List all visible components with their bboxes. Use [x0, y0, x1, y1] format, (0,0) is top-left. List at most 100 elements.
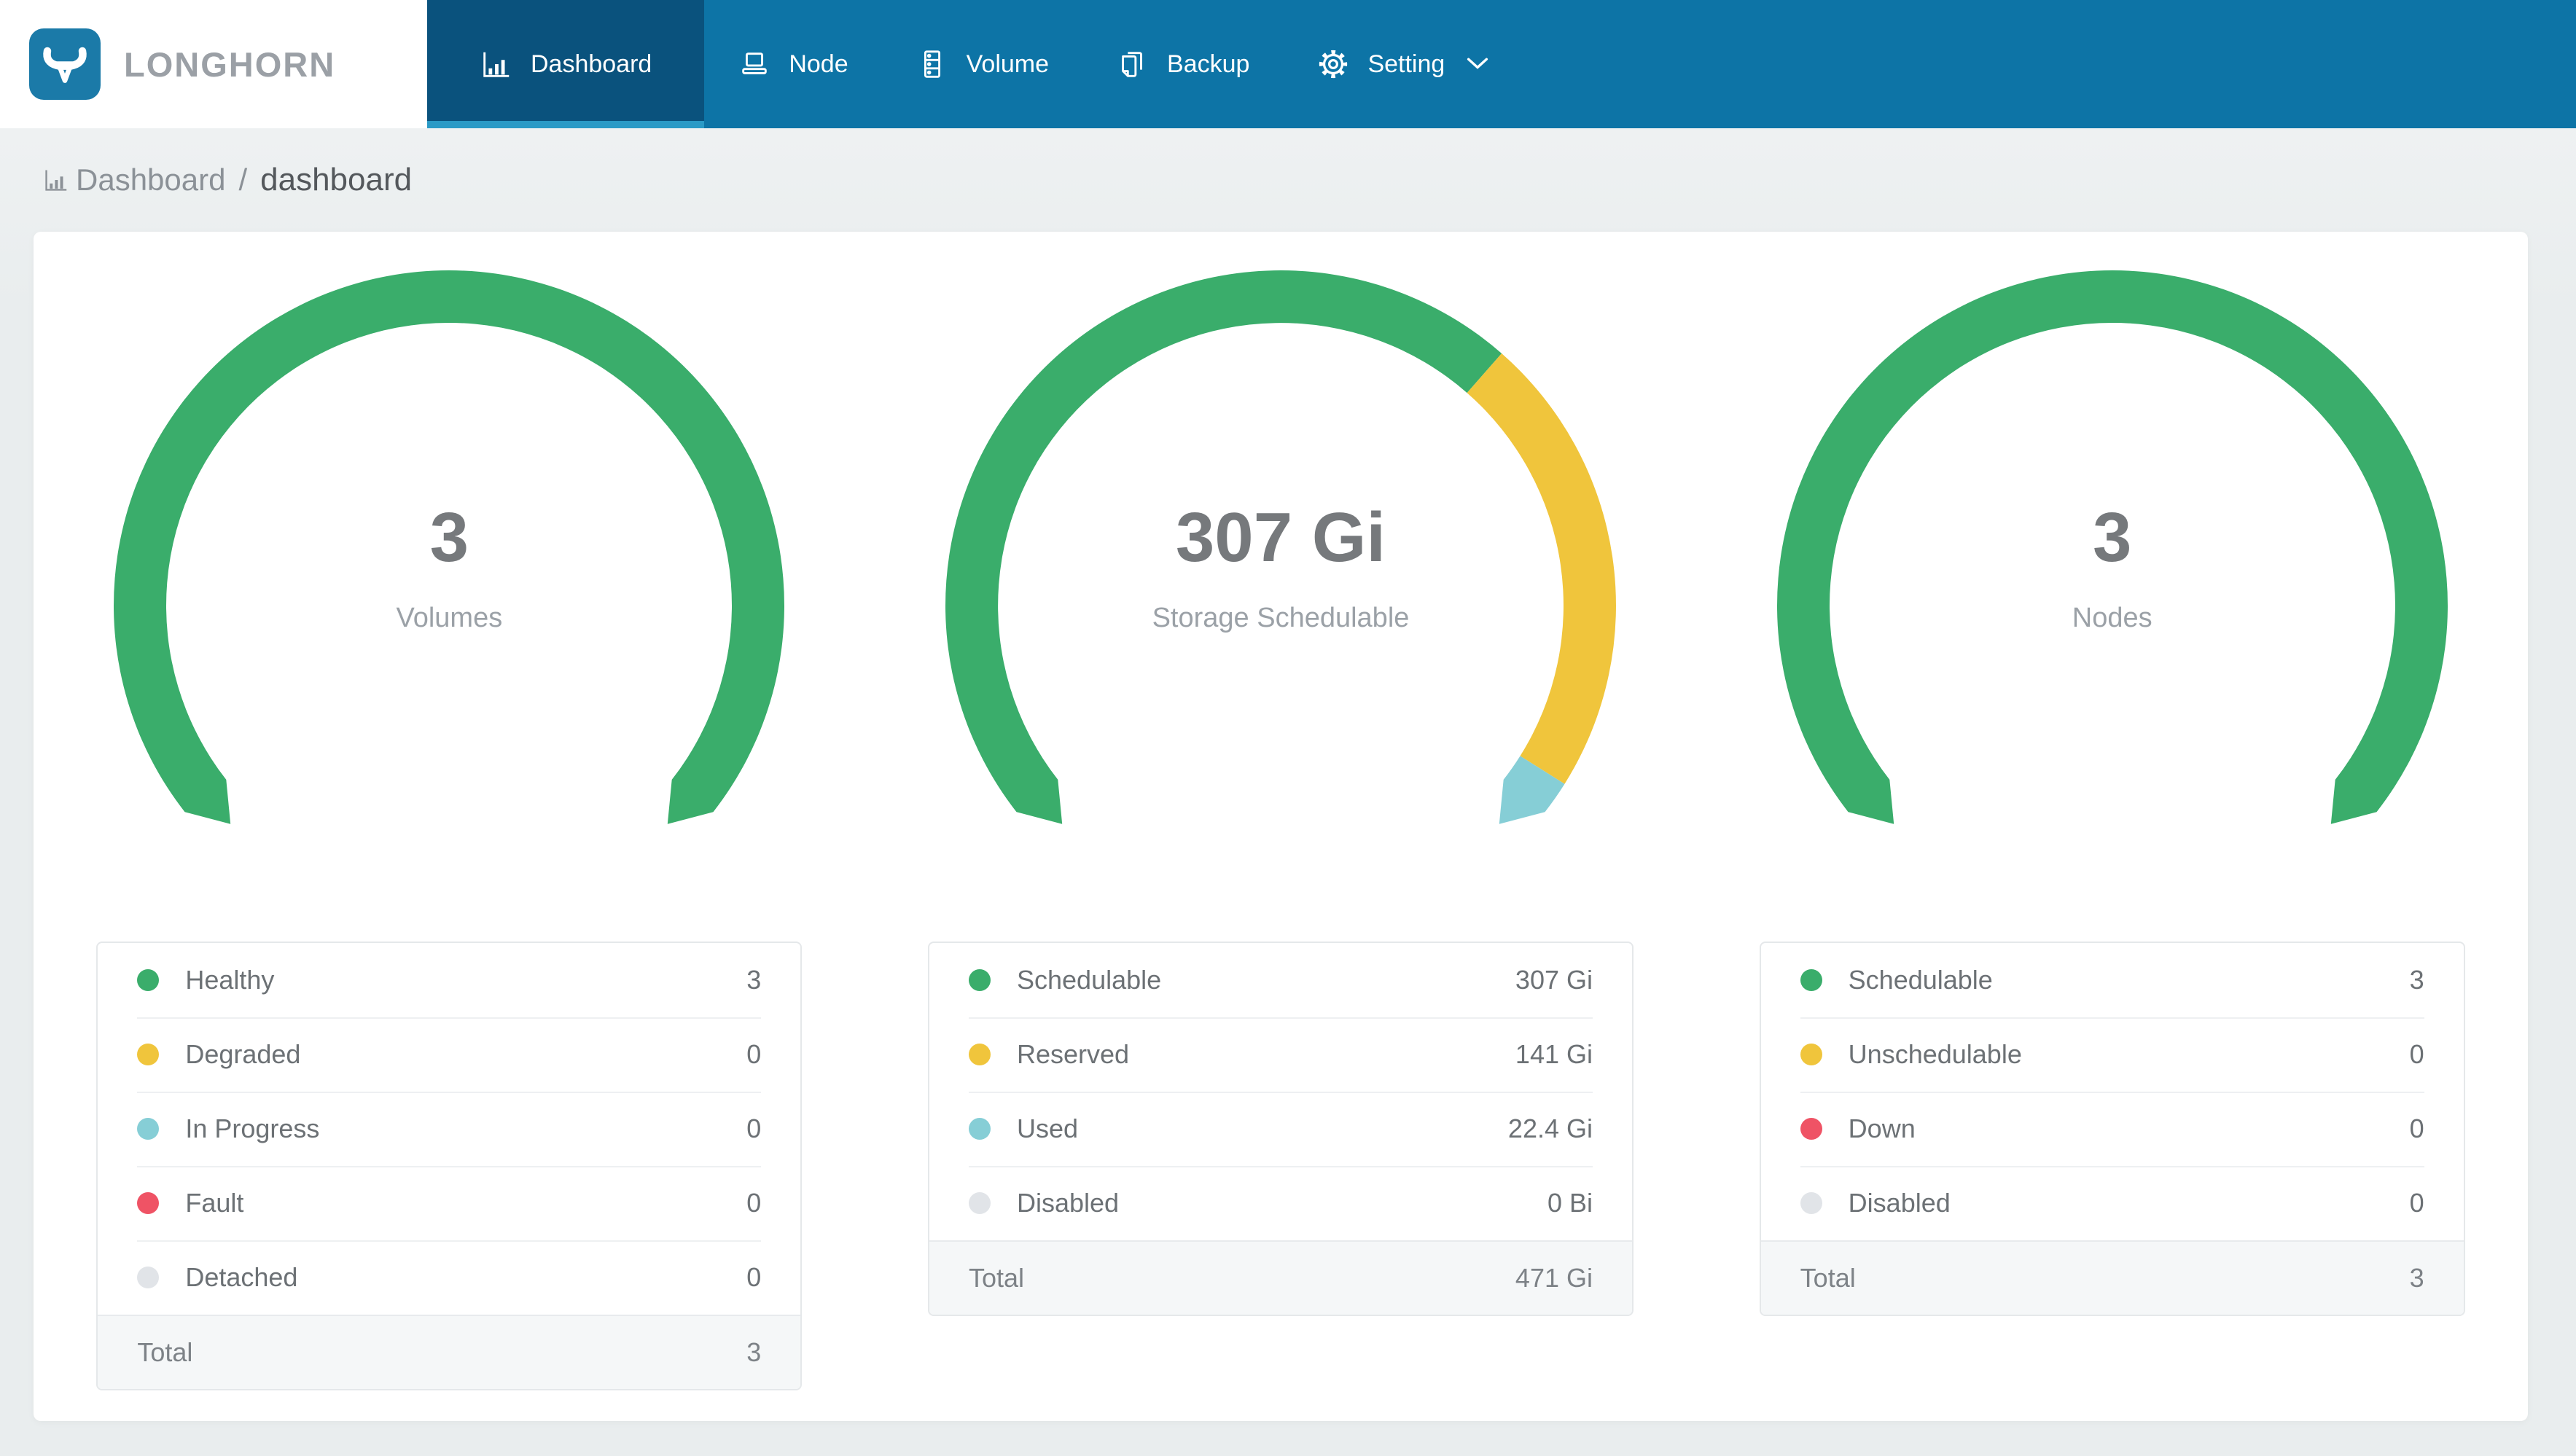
legend-dot	[969, 1118, 991, 1140]
legend-row: Degraded 0	[98, 1017, 800, 1092]
breadcrumb: Dashboard / dashboard	[0, 128, 2576, 232]
copy-document-icon	[1122, 52, 1142, 77]
legend-label: Disabled	[1017, 1188, 1120, 1218]
top-nav: LONGHORN Dashboard Node Volume Backup Se…	[0, 0, 2576, 128]
legend-label: Healthy	[185, 965, 275, 995]
legend-value: 0	[746, 1262, 762, 1292]
legend-dot	[137, 1267, 160, 1288]
nav-label: Backup	[1167, 50, 1250, 78]
legend-row: Unschedulable 0	[1761, 1017, 2464, 1092]
nav-label: Dashboard	[531, 50, 652, 78]
legend-total-value: 471 Gi	[1515, 1263, 1593, 1293]
legend-value: 0	[2409, 1188, 2424, 1218]
legend-value: 0	[746, 1039, 762, 1069]
legend-value: 0	[746, 1113, 762, 1143]
nav-label: Volume	[966, 50, 1050, 78]
legend-dot	[1800, 1192, 1822, 1214]
legend-label: Detached	[185, 1262, 298, 1292]
legend-value: 3	[2409, 965, 2424, 995]
legend-row: Disabled 0 Bi	[929, 1166, 1632, 1240]
legend-row: Fault 0	[98, 1166, 800, 1240]
legend-value: 141 Gi	[1515, 1039, 1593, 1069]
legend-label: Used	[1017, 1113, 1079, 1143]
nav-item-volume[interactable]: Volume	[882, 0, 1082, 128]
breadcrumb-section[interactable]: Dashboard	[76, 163, 225, 197]
storage-legend-table: Schedulable 307 Gi Reserved 141 Gi Used …	[928, 942, 1634, 1316]
legend-dot	[969, 969, 991, 991]
donut-gauge-svg	[1776, 270, 2448, 824]
server-icon	[924, 50, 940, 78]
legend-total-value: 3	[746, 1337, 762, 1367]
nav-label: Node	[789, 50, 848, 78]
legend-dot	[137, 1192, 160, 1214]
storage-gauge: 307 Gi Storage Schedulable	[938, 267, 1623, 908]
nodes-legend-table: Schedulable 3 Unschedulable 0 Down 0 Dis…	[1759, 942, 2465, 1316]
dashboard-card: 3 Volumes Healthy 3 Degraded 0 In Progre…	[34, 232, 2528, 1421]
chevron-down-icon	[1467, 58, 1488, 69]
legend-label: Down	[1848, 1113, 1916, 1143]
legend-row: Schedulable 3	[1761, 943, 2464, 1017]
legend-value: 0	[746, 1188, 762, 1218]
legend-total-row: Total 3	[98, 1315, 801, 1389]
legend-dot	[137, 969, 160, 991]
legend-value: 22.4 Gi	[1507, 1113, 1593, 1143]
legend-row: Healthy 3	[98, 943, 800, 1017]
bar-chart-icon	[483, 52, 510, 77]
legend-row: Used 22.4 Gi	[929, 1092, 1632, 1166]
legend-value: 0 Bi	[1547, 1188, 1593, 1218]
legend-label: Unschedulable	[1848, 1039, 2022, 1069]
legend-total-label: Total	[1800, 1263, 1856, 1293]
legend-label: Schedulable	[1017, 965, 1162, 995]
breadcrumb-current-page: dashboard	[260, 162, 413, 197]
legend-value: 307 Gi	[1515, 965, 1593, 995]
legend-total-label: Total	[969, 1263, 1025, 1293]
gear-icon	[1319, 50, 1348, 79]
storage-panel: 307 Gi Storage Schedulable Schedulable 3…	[865, 267, 1697, 1390]
legend-total-value: 3	[2409, 1263, 2424, 1293]
nodes-panel: 3 Nodes Schedulable 3 Unschedulable 0 Do…	[1696, 267, 2528, 1390]
charts-row: 3 Volumes Healthy 3 Degraded 0 In Progre…	[34, 267, 2528, 1390]
legend-dot	[1800, 1044, 1822, 1065]
legend-dot	[969, 1192, 991, 1214]
legend-label: Degraded	[185, 1039, 301, 1069]
nav-item-node[interactable]: Node	[704, 0, 881, 128]
nav-item-backup[interactable]: Backup	[1082, 0, 1283, 128]
donut-gauge-svg	[114, 270, 785, 824]
legend-dot	[1800, 1118, 1822, 1140]
donut-gauge-svg	[945, 270, 1616, 824]
legend-value: 0	[2409, 1039, 2424, 1069]
nav-item-setting[interactable]: Setting	[1283, 0, 1522, 128]
legend-value: 3	[746, 965, 762, 995]
bar-chart-icon	[45, 170, 67, 191]
brand-logo[interactable]: LONGHORN	[0, 0, 427, 128]
legend-label: Schedulable	[1848, 965, 1993, 995]
legend-total-row: Total 3	[1760, 1240, 2464, 1315]
breadcrumb-separator: /	[238, 163, 248, 197]
legend-dot	[137, 1118, 160, 1140]
nodes-gauge: 3 Nodes	[1770, 267, 2455, 908]
legend-label: Fault	[185, 1188, 244, 1218]
laptop-icon	[742, 52, 768, 74]
legend-label: Reserved	[1017, 1039, 1130, 1069]
volumes-legend-table: Healthy 3 Degraded 0 In Progress 0 Fault…	[96, 942, 803, 1390]
nav-label: Setting	[1367, 50, 1445, 78]
legend-value: 0	[2409, 1113, 2424, 1143]
legend-dot	[969, 1044, 991, 1065]
brand-name: LONGHORN	[124, 44, 336, 84]
legend-label: In Progress	[185, 1113, 320, 1143]
legend-total-row: Total 471 Gi	[929, 1240, 1632, 1315]
legend-row: Reserved 141 Gi	[929, 1017, 1632, 1092]
nav-item-dashboard[interactable]: Dashboard	[427, 0, 705, 128]
legend-label: Disabled	[1848, 1188, 1951, 1218]
legend-dot	[1800, 969, 1822, 991]
legend-dot	[137, 1044, 160, 1065]
volumes-gauge: 3 Volumes	[106, 267, 792, 908]
legend-row: In Progress 0	[98, 1092, 800, 1166]
legend-row: Detached 0	[98, 1240, 800, 1315]
legend-row: Schedulable 307 Gi	[929, 943, 1632, 1017]
legend-row: Disabled 0	[1761, 1166, 2464, 1240]
nav-items: Dashboard Node Volume Backup Setting	[427, 0, 2576, 128]
volumes-panel: 3 Volumes Healthy 3 Degraded 0 In Progre…	[34, 267, 865, 1390]
legend-total-label: Total	[137, 1337, 193, 1367]
legend-row: Down 0	[1761, 1092, 2464, 1166]
